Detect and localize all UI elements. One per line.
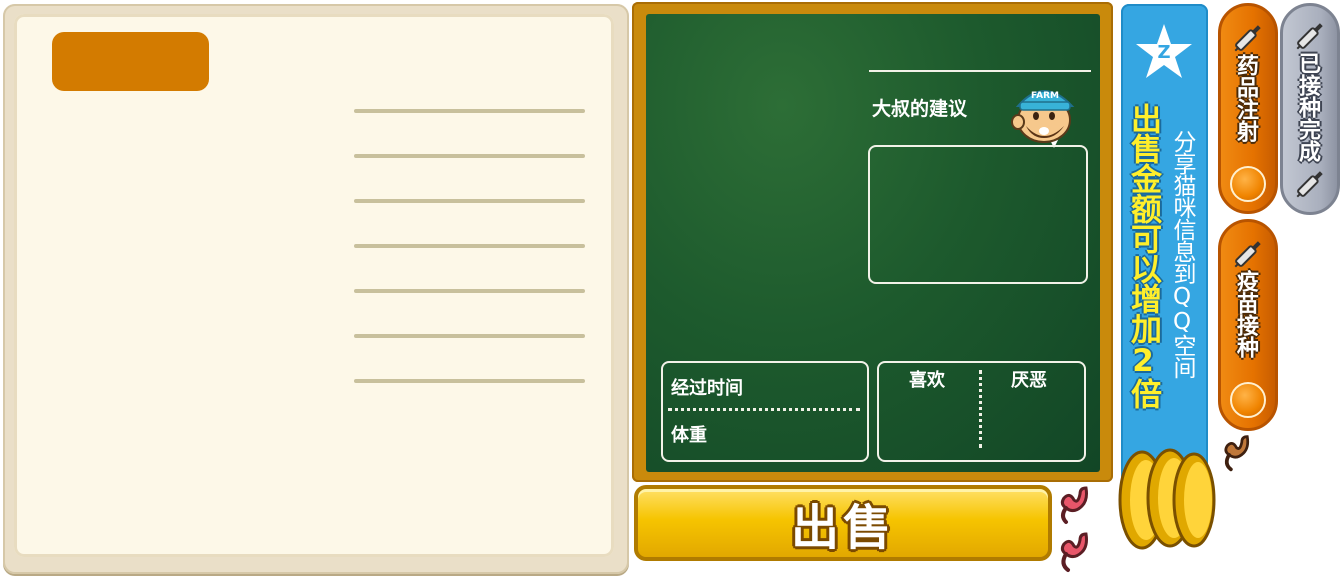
farmer-avatar-icon: FARM — [1006, 76, 1082, 148]
qzone-star-icon: Z — [1134, 22, 1194, 82]
vaccination-knob — [1230, 382, 1266, 418]
syringe-icon — [1290, 164, 1330, 204]
advice-divider — [869, 70, 1091, 72]
ruled-line — [354, 109, 585, 113]
elapsed-time-label: 经过时间 — [671, 378, 743, 399]
vaccination-label: 疫苗接种 — [1233, 270, 1258, 358]
stomach-icon — [1056, 530, 1100, 574]
notebook-paper — [14, 14, 614, 557]
stomach-icon — [1056, 484, 1100, 526]
ruled-line — [354, 244, 585, 248]
sell-button[interactable]: 出售 — [634, 485, 1052, 561]
medicine-knob — [1230, 166, 1266, 202]
stats-box — [661, 361, 869, 462]
cap-text: FARM — [1031, 91, 1059, 101]
share-info-text: 分享猫咪信息到QQ空间 — [1169, 130, 1195, 378]
syringe-icon — [1290, 16, 1330, 56]
sell-button-label: 出售 — [790, 500, 895, 556]
ruled-line — [354, 379, 585, 383]
likes-label: 喜欢 — [909, 370, 945, 391]
syringe-icon — [1228, 18, 1268, 58]
syringe-icon — [1228, 234, 1268, 274]
ruled-line — [354, 154, 585, 158]
gold-coins-icon — [1114, 448, 1218, 552]
share-bonus-text: 出售金额可以增加2倍 — [1125, 103, 1161, 408]
vaccinated-done-label: 已接种完成 — [1295, 52, 1320, 162]
stats-divider — [668, 408, 860, 411]
weight-label: 体重 — [671, 425, 707, 446]
stomach-icon — [1220, 432, 1260, 474]
advice-box — [868, 145, 1088, 284]
ruled-line — [354, 289, 585, 293]
advice-title: 大叔的建议 — [872, 98, 968, 120]
ruled-line — [354, 199, 585, 203]
dislikes-label: 厌恶 — [1011, 370, 1047, 391]
ruled-line — [354, 334, 585, 338]
preferences-divider — [979, 370, 982, 448]
medicine-injection-label: 药品注射 — [1233, 54, 1258, 142]
name-tag — [52, 32, 209, 91]
svg-text:Z: Z — [1157, 42, 1170, 63]
